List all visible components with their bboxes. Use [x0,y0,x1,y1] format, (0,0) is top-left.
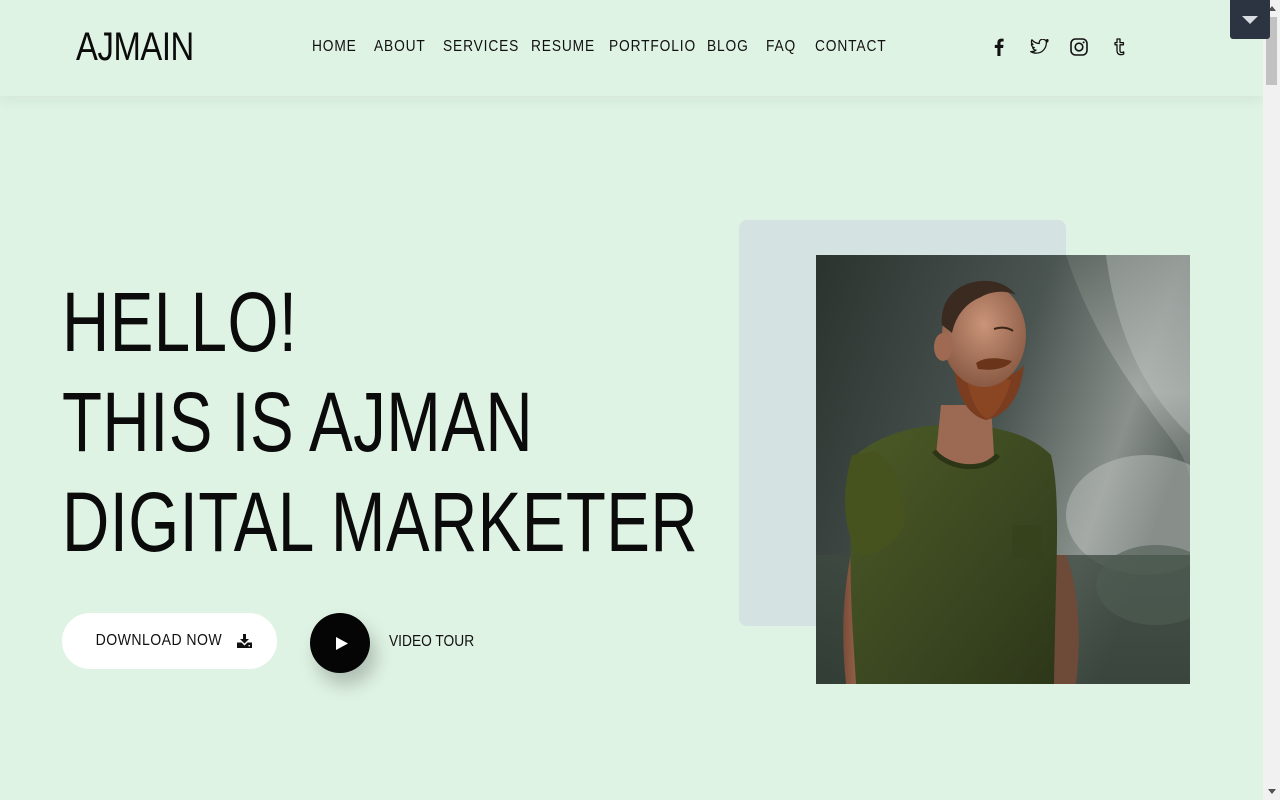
twitter-icon[interactable] [1028,36,1050,58]
play-video-button[interactable] [310,613,370,673]
play-icon [335,636,348,650]
video-tour-link[interactable]: VIDEO TOUR [389,631,474,653]
hero-intro: THIS IS AJMAN [62,375,534,469]
download-button[interactable]: DOWNLOAD NOW [62,613,277,669]
nav-contact[interactable]: CONTACT [815,36,887,58]
site-header: AJMAIN HOME ABOUT SERVICES RESUME PORTFO… [0,0,1263,96]
download-button-label: DOWNLOAD NOW [95,632,223,649]
page: AJMAIN HOME ABOUT SERVICES RESUME PORTFO… [0,0,1263,800]
scrollbar[interactable] [1263,0,1280,800]
chevron-down-icon [1242,15,1258,24]
nav-about[interactable]: ABOUT [374,36,426,58]
profile-photo [816,255,1190,684]
download-icon [236,634,252,648]
nav-blog[interactable]: BLOG [707,36,749,58]
scroll-down-arrow-icon[interactable] [1263,783,1280,800]
nav-home[interactable]: HOME [312,36,357,58]
nav-services[interactable]: SERVICES [443,36,519,58]
tumblr-icon[interactable] [1108,36,1130,58]
instagram-icon[interactable] [1068,36,1090,58]
hero-greeting: HELLO! [62,275,298,369]
nav-portfolio[interactable]: PORTFOLIO [609,36,696,58]
dropdown-toggle-button[interactable] [1230,0,1270,39]
nav-faq[interactable]: FAQ [766,36,796,58]
site-logo[interactable]: AJMAIN [76,24,194,70]
facebook-icon[interactable] [988,36,1010,58]
nav-resume[interactable]: RESUME [531,36,595,58]
hero-role: DIGITAL MARKETER [62,475,699,569]
